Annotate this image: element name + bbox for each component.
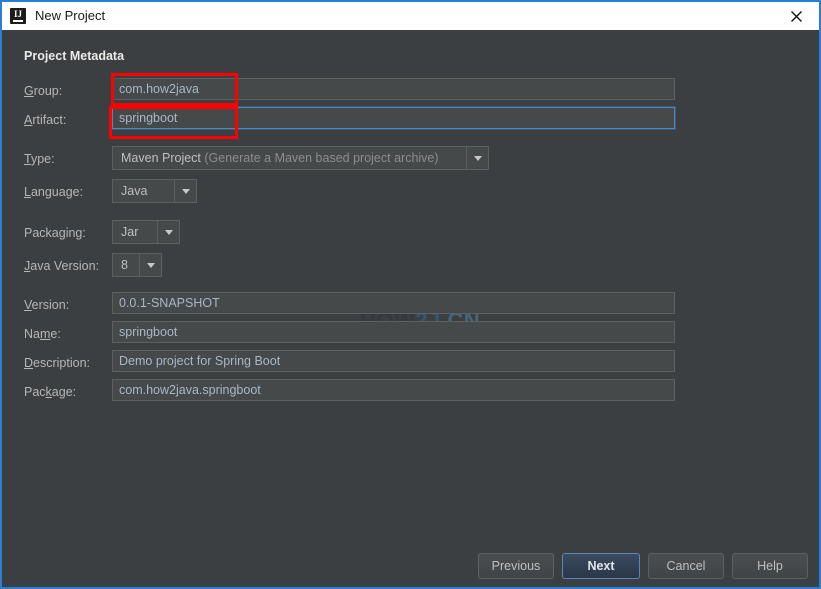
previous-button[interactable]: Previous: [478, 553, 554, 579]
version-label: Version:: [24, 298, 69, 312]
close-button[interactable]: [773, 2, 819, 30]
group-input[interactable]: com.how2java: [112, 78, 675, 100]
java-version-combo[interactable]: 8: [112, 253, 162, 277]
intellij-idea-icon: IJ: [10, 8, 26, 24]
packaging-combo-arrow[interactable]: [157, 221, 179, 243]
type-combo-arrow[interactable]: [466, 147, 488, 169]
window-title: New Project: [35, 2, 105, 30]
section-title: Project Metadata: [24, 49, 124, 63]
language-combo-arrow[interactable]: [174, 180, 196, 202]
packaging-combo-value: Jar: [113, 221, 157, 243]
type-combo-value: Maven Project (Generate a Maven based pr…: [113, 147, 466, 169]
packaging-combo[interactable]: Jar: [112, 220, 180, 244]
type-combo-main: Maven Project: [121, 151, 201, 165]
type-label: Type:: [24, 152, 55, 166]
app-icon-text: IJ: [10, 9, 26, 19]
title-bar: IJ New Project: [2, 2, 819, 30]
description-label: Description:: [24, 356, 90, 370]
package-input[interactable]: com.how2java.springboot: [112, 379, 675, 401]
chevron-down-icon: [165, 230, 173, 235]
cancel-button[interactable]: Cancel: [648, 553, 724, 579]
java-version-combo-value: 8: [113, 254, 139, 276]
new-project-dialog: IJ New Project Project Metadata HOW2J.CN…: [0, 0, 821, 589]
package-label: Package:: [24, 385, 76, 399]
java-version-combo-arrow[interactable]: [139, 254, 161, 276]
description-input[interactable]: Demo project for Spring Boot: [112, 350, 675, 372]
packaging-label: Packaging:: [24, 226, 86, 240]
close-icon: [790, 10, 803, 23]
name-input[interactable]: springboot: [112, 321, 675, 343]
language-label: Language:: [24, 185, 83, 199]
group-label: Group:: [24, 84, 62, 98]
artifact-label: Artifact:: [24, 113, 66, 127]
chevron-down-icon: [182, 189, 190, 194]
dialog-body: Project Metadata HOW2J.CN Group: com.how…: [2, 30, 819, 587]
language-combo-value: Java: [113, 180, 174, 202]
name-label: Name:: [24, 327, 61, 341]
app-icon-underline: [13, 20, 23, 22]
version-input[interactable]: 0.0.1-SNAPSHOT: [112, 292, 675, 314]
help-button[interactable]: Help: [732, 553, 808, 579]
type-combo-hint: (Generate a Maven based project archive): [204, 151, 438, 165]
language-combo[interactable]: Java: [112, 179, 197, 203]
chevron-down-icon: [474, 156, 482, 161]
chevron-down-icon: [147, 263, 155, 268]
next-button[interactable]: Next: [562, 553, 640, 579]
artifact-input[interactable]: springboot: [112, 107, 675, 129]
type-combo[interactable]: Maven Project (Generate a Maven based pr…: [112, 146, 489, 170]
java-version-label: Java Version:: [24, 259, 99, 273]
